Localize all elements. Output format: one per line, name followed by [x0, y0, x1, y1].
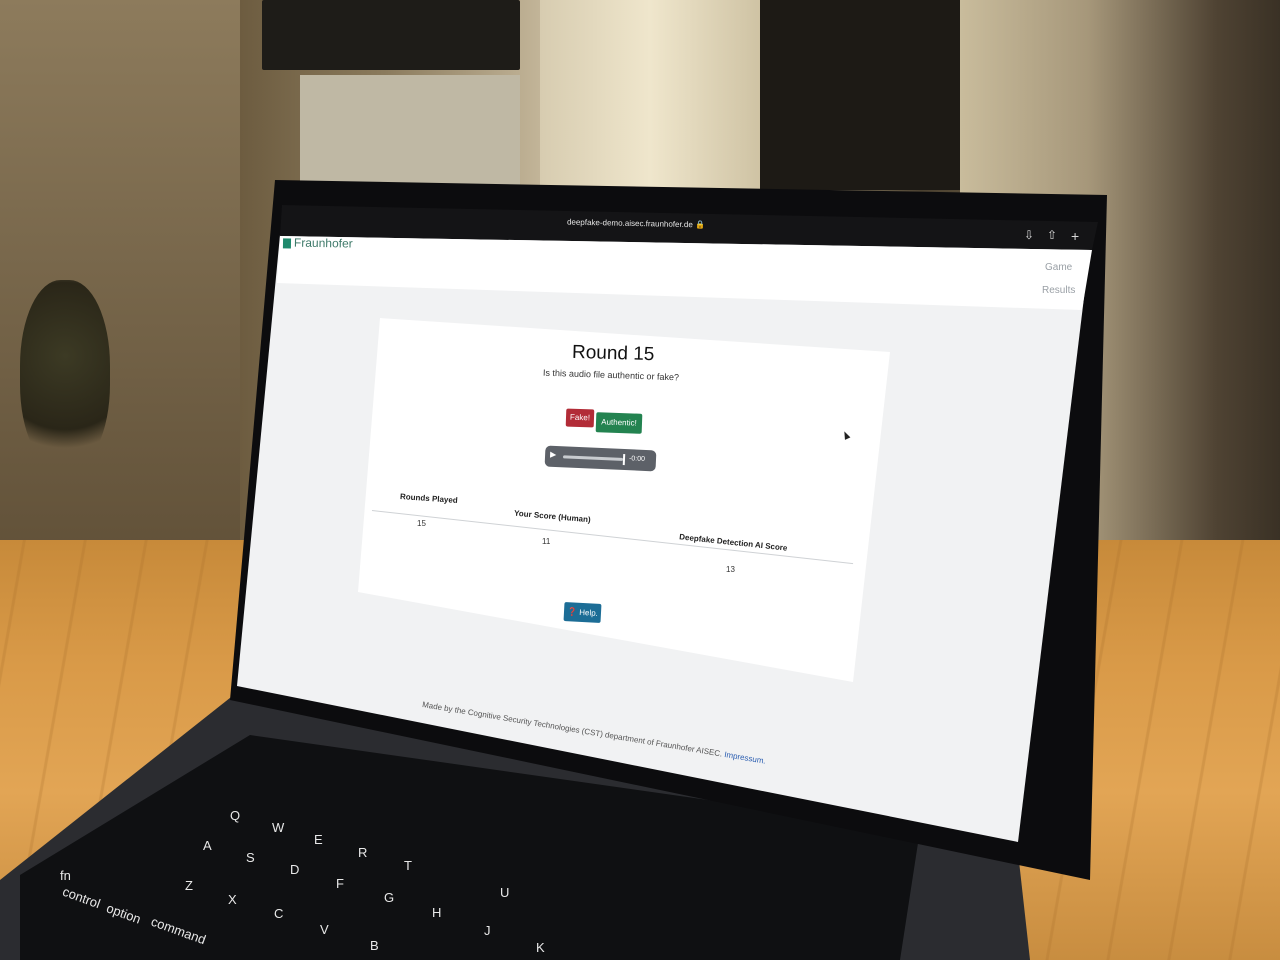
background-plant [20, 280, 110, 470]
key-fn: fn [60, 868, 71, 883]
new-tab-icon[interactable]: + [1071, 228, 1079, 244]
key-b: B [370, 938, 379, 953]
fraunhofer-logo[interactable]: Fraunhofer [282, 235, 353, 251]
help-label: Help. [579, 607, 599, 618]
audio-progress-handle[interactable] [622, 453, 626, 466]
key-e: E [314, 832, 323, 847]
play-icon[interactable]: ▶ [550, 450, 557, 459]
value-rounds-played: 15 [417, 519, 426, 528]
logo-mark-icon [282, 238, 292, 249]
key-d: D [290, 862, 300, 877]
key-r: R [358, 845, 368, 860]
key-t: T [404, 858, 412, 873]
logo-text: Fraunhofer [293, 235, 353, 251]
background-doorway [760, 0, 960, 190]
nav-results[interactable]: Results [1042, 285, 1075, 296]
key-j: J [484, 923, 491, 938]
key-a: A [203, 838, 212, 853]
background-window-lower [300, 75, 520, 185]
key-s: S [246, 850, 255, 865]
photo-scene: control option command fn A S D F G H J … [0, 0, 1280, 960]
help-button[interactable]: ❓ Help. [563, 602, 602, 623]
key-w: W [272, 820, 285, 835]
key-v: V [320, 922, 329, 937]
lock-icon: 🔒 [695, 220, 706, 230]
audio-time: -0:00 [628, 455, 646, 463]
key-x: X [228, 892, 237, 907]
background-pillar [540, 0, 760, 200]
key-k: K [536, 940, 545, 955]
nav-game[interactable]: Game [1045, 262, 1072, 273]
key-z: Z [185, 878, 193, 893]
background-window [262, 0, 520, 70]
share-icon[interactable]: ⇧ [1047, 228, 1057, 242]
key-h: H [432, 905, 442, 920]
authentic-button[interactable]: Authentic! [595, 412, 643, 434]
round-title: Round 15 [571, 341, 655, 366]
key-g: G [384, 890, 395, 905]
key-c: C [274, 906, 284, 921]
download-icon[interactable]: ⇩ [1024, 228, 1034, 242]
value-ai-score: 13 [726, 565, 735, 574]
fake-button[interactable]: Fake! [565, 408, 595, 428]
key-f: F [336, 876, 344, 891]
key-u: U [500, 885, 510, 900]
value-your-score: 11 [542, 537, 551, 546]
audio-progress-track[interactable] [562, 455, 624, 461]
key-q: Q [230, 808, 241, 823]
